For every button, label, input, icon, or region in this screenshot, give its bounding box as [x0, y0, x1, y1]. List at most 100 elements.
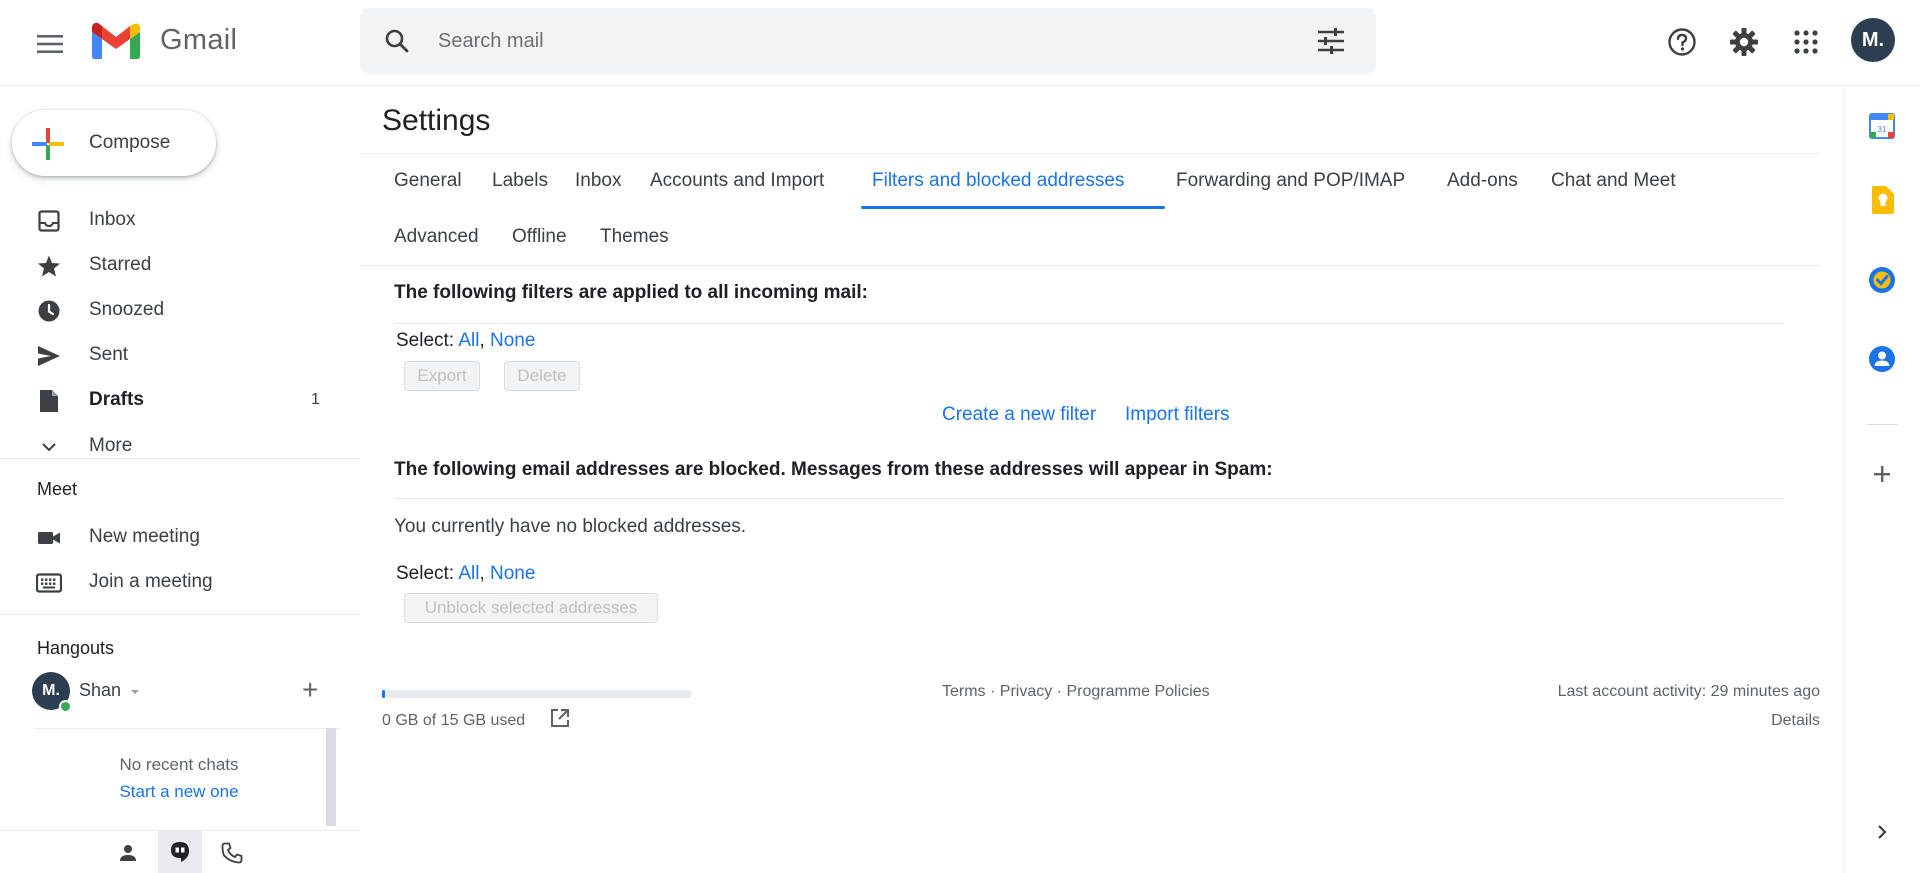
- search-bar[interactable]: [360, 8, 1376, 74]
- hangouts-user-row: M. Shan +: [32, 672, 332, 714]
- sidebar-divider: [0, 458, 360, 459]
- sidebar-item-label: Drafts: [89, 389, 144, 410]
- create-new-filter-link[interactable]: Create a new filter: [942, 404, 1096, 426]
- tab-labels[interactable]: Labels: [492, 170, 548, 192]
- select-separator: ,: [479, 330, 485, 351]
- contacts-app-button[interactable]: [1864, 341, 1900, 377]
- tab-accounts-and-import[interactable]: Accounts and Import: [650, 170, 824, 192]
- contacts-tab[interactable]: [106, 831, 150, 873]
- manage-storage-external-icon[interactable]: [550, 708, 570, 728]
- chevron-down-icon: [36, 434, 62, 460]
- blocked-heading: The following email addresses are blocke…: [394, 459, 1273, 480]
- import-filters-link[interactable]: Import filters: [1125, 404, 1230, 426]
- chevron-right-icon: [1878, 825, 1887, 839]
- tab-themes[interactable]: Themes: [600, 226, 669, 248]
- hangouts-bottom-tabs: [0, 830, 360, 873]
- programme-policies-link[interactable]: Programme Policies: [1066, 683, 1209, 700]
- blocked-divider: [394, 498, 1784, 499]
- start-new-chat-link[interactable]: Start a new one: [34, 782, 324, 802]
- tab-general[interactable]: General: [394, 170, 462, 192]
- sidebar-item-more[interactable]: More: [0, 425, 340, 467]
- tab-inbox[interactable]: Inbox: [575, 170, 621, 192]
- online-status-dot: [59, 700, 72, 713]
- calendar-app-button[interactable]: 31: [1864, 108, 1900, 144]
- caret-down-icon: [131, 690, 140, 694]
- select-none-filters-link[interactable]: None: [490, 330, 535, 351]
- select-none-blocked-link[interactable]: None: [490, 563, 535, 584]
- person-icon: [120, 844, 136, 861]
- video-camera-icon: [36, 525, 62, 551]
- compose-label: Compose: [89, 132, 171, 153]
- settings-button[interactable]: [1724, 22, 1764, 62]
- footer-separator: ·: [1052, 683, 1067, 700]
- tasks-app-button[interactable]: [1864, 262, 1900, 298]
- select-label: Select:: [396, 563, 455, 584]
- tabs-divider: [360, 265, 1820, 266]
- search-options-icon[interactable]: [1316, 28, 1346, 54]
- activity-details-link[interactable]: Details: [1771, 712, 1820, 730]
- sidebar-item-join-meeting[interactable]: Join a meeting: [0, 561, 340, 603]
- export-filters-button[interactable]: Export: [404, 361, 480, 391]
- hide-side-panel-button[interactable]: [1864, 814, 1900, 850]
- terms-link[interactable]: Terms: [942, 683, 986, 700]
- tab-filters-and-blocked-addresses[interactable]: Filters and blocked addresses: [872, 170, 1124, 192]
- search-icon[interactable]: [384, 28, 410, 54]
- send-icon: [36, 343, 62, 369]
- conversations-tab[interactable]: [158, 831, 202, 873]
- phone-calls-tab[interactable]: [210, 831, 254, 873]
- keep-app-button[interactable]: [1864, 182, 1900, 218]
- apps-grid-icon: [1794, 30, 1818, 54]
- compose-button[interactable]: Compose: [12, 110, 216, 176]
- sidebar-item-snoozed[interactable]: Snoozed: [0, 289, 340, 331]
- privacy-link[interactable]: Privacy: [1000, 683, 1052, 700]
- hangouts-user-name[interactable]: Shan: [79, 680, 140, 701]
- contacts-person-icon: [1869, 346, 1895, 372]
- blocked-select-row: Select: All, None: [396, 563, 535, 585]
- sidebar-item-label: Sent: [89, 344, 129, 365]
- tab-offline[interactable]: Offline: [512, 226, 567, 248]
- filters-heading: The following filters are applied to all…: [394, 282, 868, 303]
- delete-filters-button[interactable]: Delete: [504, 361, 580, 391]
- sidebar-item-label: More: [89, 435, 133, 456]
- meet-section-title: Meet: [37, 479, 78, 499]
- hangouts-chat-list: No recent chats Start a new one: [34, 728, 340, 828]
- sidebar-item-inbox[interactable]: Inbox: [0, 199, 340, 241]
- tab-chat-and-meet[interactable]: Chat and Meet: [1551, 170, 1676, 192]
- new-conversation-icon[interactable]: +: [302, 676, 318, 704]
- unblock-selected-button[interactable]: Unblock selected addresses: [404, 593, 658, 623]
- sidebar-item-label: Inbox: [89, 209, 136, 230]
- account-avatar[interactable]: M.: [1851, 18, 1895, 62]
- page-title: Settings: [382, 104, 491, 137]
- tab-add-ons[interactable]: Add-ons: [1447, 170, 1518, 192]
- sidebar-item-sent[interactable]: Sent: [0, 334, 340, 376]
- tasks-check-icon: [1869, 267, 1895, 293]
- sidebar-item-new-meeting[interactable]: New meeting: [0, 516, 340, 558]
- sidebar-item-drafts[interactable]: Drafts 1: [0, 379, 340, 421]
- hamburger-icon: [37, 35, 63, 53]
- search-input[interactable]: [438, 22, 1238, 60]
- select-all-filters-link[interactable]: All: [458, 330, 479, 351]
- tab-advanced[interactable]: Advanced: [394, 226, 479, 248]
- side-panel: 31: [1843, 86, 1920, 873]
- main-menu-button[interactable]: [28, 22, 72, 66]
- hangouts-section-title: Hangouts: [37, 638, 115, 658]
- svg-text:31: 31: [1878, 125, 1887, 134]
- select-all-blocked-link[interactable]: All: [458, 563, 479, 584]
- side-panel-divider: [1866, 424, 1898, 425]
- help-button[interactable]: [1662, 22, 1702, 62]
- filters-divider: [394, 323, 1784, 324]
- select-label: Select:: [396, 330, 455, 351]
- chat-list-scrollbar[interactable]: [326, 728, 336, 826]
- storage-usage-bar: [382, 690, 692, 698]
- get-add-ons-button[interactable]: [1864, 456, 1900, 492]
- select-separator: ,: [479, 563, 485, 584]
- footer-separator: ·: [985, 683, 1000, 700]
- gmail-logo[interactable]: Gmail: [90, 20, 237, 60]
- footer-links: Terms · Privacy · Programme Policies: [942, 683, 1210, 701]
- tab-forwarding-and-pop-imap[interactable]: Forwarding and POP/IMAP: [1176, 170, 1405, 192]
- active-tab-indicator: [861, 206, 1165, 209]
- app-name: Gmail: [160, 23, 238, 56]
- google-apps-button[interactable]: [1786, 22, 1826, 62]
- sidebar-item-starred[interactable]: Starred: [0, 244, 340, 286]
- sidebar-divider: [0, 614, 360, 615]
